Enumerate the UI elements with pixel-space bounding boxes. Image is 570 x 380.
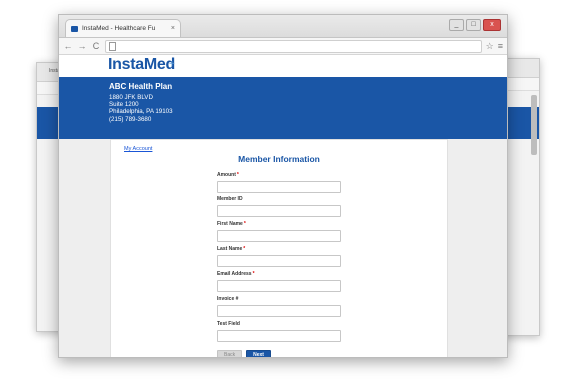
page-content: InstaMed + ABC Health Plan 1880 JFK BLVD… [59,55,507,357]
required-marker: * [243,246,246,252]
next-button[interactable]: Next [246,350,271,357]
logo-band: InstaMed + [59,55,507,77]
amount-field: Amount* [217,172,342,193]
member-id-field: Member ID [217,196,342,217]
address-line: (215) 789-3680 [109,115,152,123]
plan-header: ABC Health Plan 1880 JFK BLVD Suite 1200… [59,77,507,139]
field-label: Amount [217,172,236,178]
title-bar: InstaMed - Healthcare Fu × _ □ x [59,15,507,38]
field-label: First Name [217,221,243,227]
page-icon [109,41,116,51]
test-field: Test Field [217,321,342,342]
instamed-logo: InstaMed [108,56,175,73]
test-field-input[interactable] [217,330,341,342]
maximize-button[interactable]: □ [466,19,481,31]
browser-window: InstaMed - Healthcare Fu × _ □ x ← → C ☆… [58,14,508,358]
menu-icon[interactable]: ≡ [498,41,503,51]
reload-icon[interactable]: C [91,40,101,52]
field-label: Last Name [217,246,243,252]
member-form-card: My Account Member Information Amount* Me… [110,139,448,357]
plan-name: ABC Health Plan [109,82,173,91]
form-buttons: Back Next [217,350,271,357]
tab-close-icon[interactable]: × [171,25,175,32]
last-name-field: Last Name* [217,246,342,267]
invoice-field: Invoice # [217,296,342,317]
address-line: Suite 1200 [109,101,139,109]
back-arrow-icon[interactable]: ← [63,40,73,52]
tab-title: InstaMed - Healthcare Fu [82,25,156,32]
required-marker: * [252,271,255,277]
back-button[interactable]: Back [217,350,243,357]
field-label: Test Field [217,321,240,327]
scrollbar[interactable] [531,95,537,155]
required-marker: * [243,221,246,227]
address-line: Philadelphia, PA 19103 [109,108,173,116]
field-label: Member ID [217,196,243,202]
last-name-input[interactable] [217,255,341,267]
minimize-button[interactable]: _ [449,19,464,31]
logo-plus-icon: + [169,59,175,70]
email-input[interactable] [217,280,341,292]
address-bar[interactable] [105,39,482,53]
favicon-icon [71,25,78,32]
field-label: Invoice # [217,296,239,302]
my-account-link[interactable]: My Account [124,146,152,152]
required-marker: * [236,172,239,178]
bookmark-star-icon[interactable]: ☆ [486,41,494,52]
browser-toolbar: ← → C ☆ ≡ [59,38,507,55]
first-name-field: First Name* [217,221,342,242]
first-name-input[interactable] [217,230,341,242]
close-button[interactable]: x [483,19,501,31]
form-title: Member Information [238,154,320,164]
field-label: Email Address [217,271,252,277]
invoice-input[interactable] [217,305,341,317]
forward-arrow-icon[interactable]: → [77,40,87,52]
member-id-input[interactable] [217,205,341,217]
address-line: 1880 JFK BLVD [109,94,153,101]
plan-address: 1880 JFK BLVD Suite 1200 Philadelphia, P… [109,94,173,123]
browser-tab[interactable]: InstaMed - Healthcare Fu × [65,19,181,37]
amount-input[interactable] [217,181,341,193]
email-field: Email Address* [217,271,342,292]
